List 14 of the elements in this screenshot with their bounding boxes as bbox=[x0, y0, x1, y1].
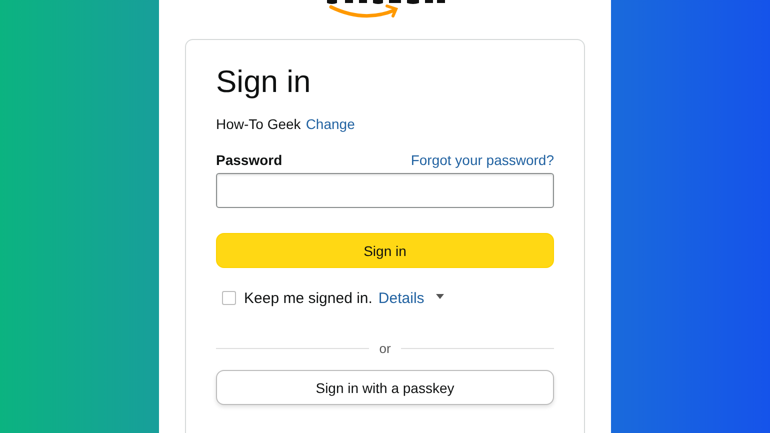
page-title: Sign in bbox=[216, 63, 312, 101]
account-name: How-To Geek bbox=[216, 116, 301, 132]
details-link[interactable]: Details bbox=[378, 290, 424, 306]
passkey-button[interactable]: Sign in with a passkey bbox=[216, 370, 554, 405]
forgot-password-link[interactable]: Forgot your password? bbox=[410, 152, 554, 168]
password-field[interactable] bbox=[216, 173, 554, 208]
logo-icon bbox=[325, 0, 445, 20]
change-link[interactable]: Change bbox=[306, 116, 355, 132]
sign-in-button[interactable]: Sign in bbox=[216, 233, 554, 268]
keep-signed-in-label: Keep me signed in. bbox=[244, 290, 372, 306]
password-label: Password bbox=[216, 152, 282, 168]
divider-text: or bbox=[378, 340, 392, 356]
caret-icon[interactable] bbox=[436, 294, 444, 298]
keep-signed-in-checkbox[interactable] bbox=[222, 291, 236, 305]
